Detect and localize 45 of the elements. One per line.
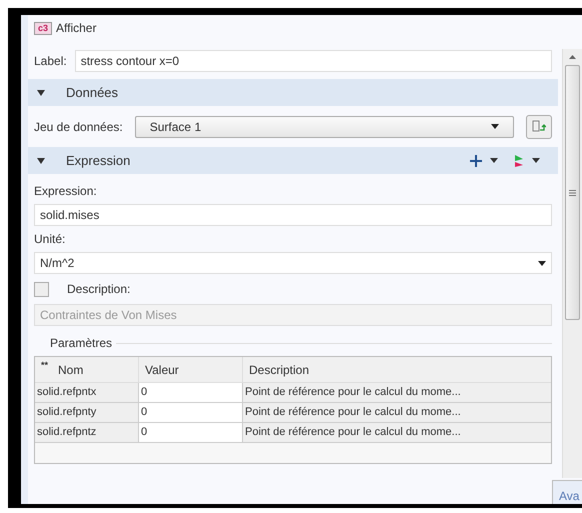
description-checkbox[interactable] bbox=[34, 282, 49, 296]
column-header[interactable]: Nom bbox=[58, 360, 84, 378]
refresh-data-icon bbox=[532, 120, 546, 134]
column-header[interactable]: Valeur bbox=[145, 360, 179, 378]
unit-select[interactable]: N/m^2 bbox=[34, 252, 552, 274]
flag-icon[interactable] bbox=[514, 154, 524, 166]
section-title: Expression bbox=[66, 152, 130, 170]
section-title: Données bbox=[66, 84, 118, 102]
group-title: Paramètres bbox=[50, 335, 112, 352]
column-header[interactable]: Description bbox=[249, 360, 310, 378]
collapse-caret-icon[interactable] bbox=[36, 156, 46, 164]
field-label: Expression: bbox=[34, 183, 98, 200]
scrollbar-thumb[interactable] bbox=[565, 65, 580, 320]
dropdown-caret-icon bbox=[491, 124, 499, 129]
plus-icon[interactable] bbox=[470, 154, 482, 166]
field-label: Unité: bbox=[34, 231, 66, 248]
field-label: Jeu de données: bbox=[34, 118, 123, 136]
table-cell[interactable]: 0 bbox=[139, 423, 243, 442]
table-cell: Point de référence pour le calcul du mome... bbox=[243, 383, 551, 402]
label-field[interactable]: stress contour x=0 bbox=[74, 50, 552, 72]
table-cell: solid.refpnty bbox=[35, 403, 139, 422]
checkbox-label: Description: bbox=[67, 281, 130, 298]
dropdown-caret-icon[interactable] bbox=[490, 158, 498, 163]
corner-tab[interactable]: Ava bbox=[552, 480, 582, 504]
collapse-caret-icon[interactable] bbox=[36, 88, 46, 96]
dropdown-caret-icon[interactable] bbox=[532, 158, 540, 163]
table-cell: Point de référence pour le calcul du mome... bbox=[243, 403, 551, 422]
field-label: Label: bbox=[34, 53, 67, 70]
reload-button[interactable] bbox=[526, 114, 552, 138]
dataset-select[interactable]: Surface 1 bbox=[134, 116, 514, 138]
scroll-up-icon[interactable] bbox=[569, 55, 576, 59]
dropdown-caret-icon bbox=[538, 260, 546, 266]
table-cell: Point de référence pour le calcul du mome... bbox=[243, 423, 551, 442]
section-header[interactable]: Expression bbox=[28, 147, 558, 174]
panel-icon: c3 bbox=[34, 22, 52, 34]
section-header[interactable]: Données bbox=[28, 79, 558, 106]
table-cell[interactable]: 0 bbox=[139, 403, 243, 422]
grip-icon bbox=[569, 190, 576, 196]
sort-mark: ** bbox=[41, 359, 48, 372]
panel-title: Afficher bbox=[56, 20, 96, 37]
table-cell: solid.refpntx bbox=[35, 383, 139, 402]
table-cell[interactable]: 0 bbox=[139, 383, 243, 402]
expression-field[interactable]: solid.mises bbox=[34, 204, 552, 226]
table-cell: solid.refpntz bbox=[35, 423, 139, 442]
scrollbar[interactable] bbox=[562, 49, 582, 478]
